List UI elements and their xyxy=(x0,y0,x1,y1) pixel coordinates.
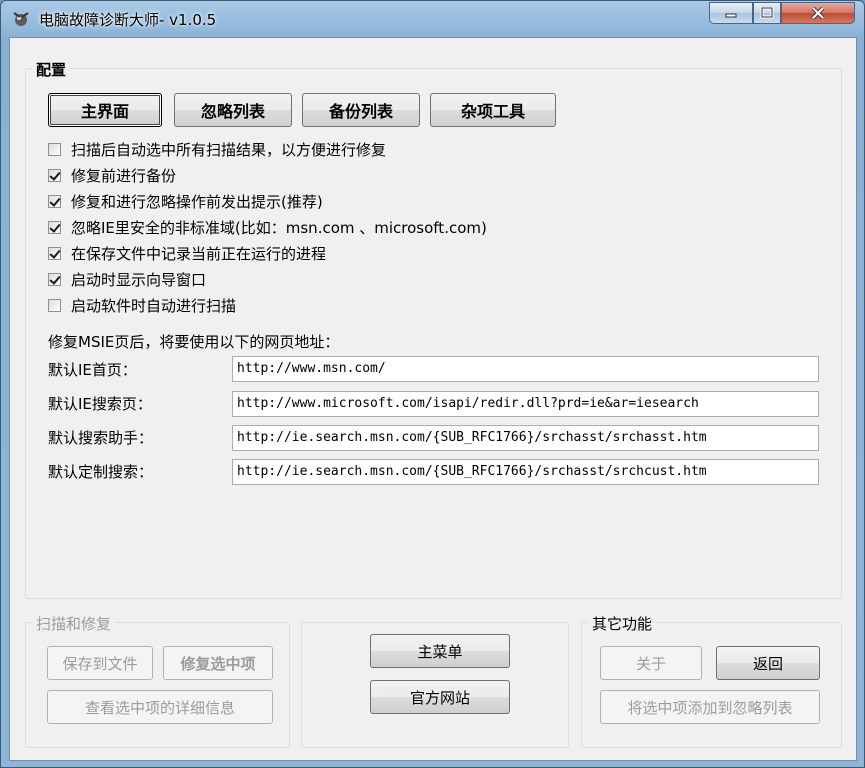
tab-ignore-list[interactable]: 忽略列表 xyxy=(174,93,292,127)
app-icon xyxy=(11,9,31,29)
add-to-ignore-button[interactable]: 将选中项添加到忽略列表 xyxy=(600,690,820,724)
official-site-button[interactable]: 官方网站 xyxy=(370,680,510,714)
option-auto-select[interactable]: 扫描后自动选中所有扫描结果，以方便进行修复 xyxy=(48,139,386,160)
minimize-icon xyxy=(725,13,737,18)
app-window: 电脑故障诊断大师- v1.0.5 配置 主界面 忽略列表 备份列表 杂项工具 扫… xyxy=(0,0,865,768)
checkbox-checked-icon[interactable] xyxy=(48,221,61,234)
homepage-label: 默认IE首页： xyxy=(48,361,137,379)
custom-search-label: 默认定制搜索： xyxy=(48,463,154,481)
search-page-field[interactable]: http://www.microsoft.com/isapi/redir.dll… xyxy=(232,391,819,417)
option-prompt-before-fix[interactable]: 修复和进行忽略操作前发出提示(推荐) xyxy=(48,191,323,212)
other-functions-group: 其它功能 xyxy=(581,613,842,748)
option-show-wizard[interactable]: 启动时显示向导窗口 xyxy=(48,269,206,290)
option-ignore-safe-domains[interactable]: 忽略IE里安全的非标准域(比如：msn.com 、microsoft.com) xyxy=(48,217,487,238)
close-icon xyxy=(811,6,825,20)
checkbox-checked-icon[interactable] xyxy=(48,273,61,286)
fix-selected-button[interactable]: 修复选中项 xyxy=(163,646,273,680)
other-functions-legend: 其它功能 xyxy=(588,613,657,634)
urls-heading: 修复MSIE页后，将要使用以下的网页地址： xyxy=(48,333,340,351)
save-to-file-button[interactable]: 保存到文件 xyxy=(47,646,153,680)
title-bar[interactable]: 电脑故障诊断大师- v1.0.5 xyxy=(1,1,864,37)
checkbox-checked-icon[interactable] xyxy=(48,247,61,260)
window-title: 电脑故障诊断大师- v1.0.5 xyxy=(39,11,217,29)
custom-search-field[interactable]: http://ie.search.msn.com/{SUB_RFC1766}/s… xyxy=(232,459,819,485)
checkbox-checked-icon[interactable] xyxy=(48,169,61,182)
option-backup-before-fix[interactable]: 修复前进行备份 xyxy=(48,165,176,186)
checkbox-icon[interactable] xyxy=(48,143,61,156)
maximize-icon xyxy=(760,7,774,19)
client-area: 配置 主界面 忽略列表 备份列表 杂项工具 扫描后自动选中所有扫描结果，以方便进… xyxy=(9,37,857,761)
scan-repair-legend: 扫描和修复 xyxy=(32,613,116,634)
view-details-button[interactable]: 查看选中项的详细信息 xyxy=(47,690,273,724)
search-assistant-field[interactable]: http://ie.search.msn.com/{SUB_RFC1766}/s… xyxy=(232,425,819,451)
tab-main[interactable]: 主界面 xyxy=(48,93,162,127)
checkbox-checked-icon[interactable] xyxy=(48,195,61,208)
scan-repair-group: 扫描和修复 xyxy=(25,613,290,748)
checkbox-icon[interactable] xyxy=(48,299,61,312)
search-page-label: 默认IE搜索页： xyxy=(48,395,152,413)
option-auto-scan-on-start[interactable]: 启动软件时自动进行扫描 xyxy=(48,295,236,316)
option-log-processes[interactable]: 在保存文件中记录当前正在运行的进程 xyxy=(48,243,326,264)
minimize-button[interactable] xyxy=(709,2,753,24)
close-button[interactable] xyxy=(781,2,855,24)
main-menu-button[interactable]: 主菜单 xyxy=(370,634,510,668)
about-button[interactable]: 关于 xyxy=(600,646,702,680)
config-legend: 配置 xyxy=(32,59,71,80)
search-assistant-label: 默认搜索助手： xyxy=(48,429,154,447)
tab-misc-tools[interactable]: 杂项工具 xyxy=(430,93,556,127)
tab-backup-list[interactable]: 备份列表 xyxy=(302,93,420,127)
homepage-field[interactable]: http://www.msn.com/ xyxy=(232,356,819,382)
maximize-button[interactable] xyxy=(753,2,781,24)
back-button[interactable]: 返回 xyxy=(716,646,820,680)
